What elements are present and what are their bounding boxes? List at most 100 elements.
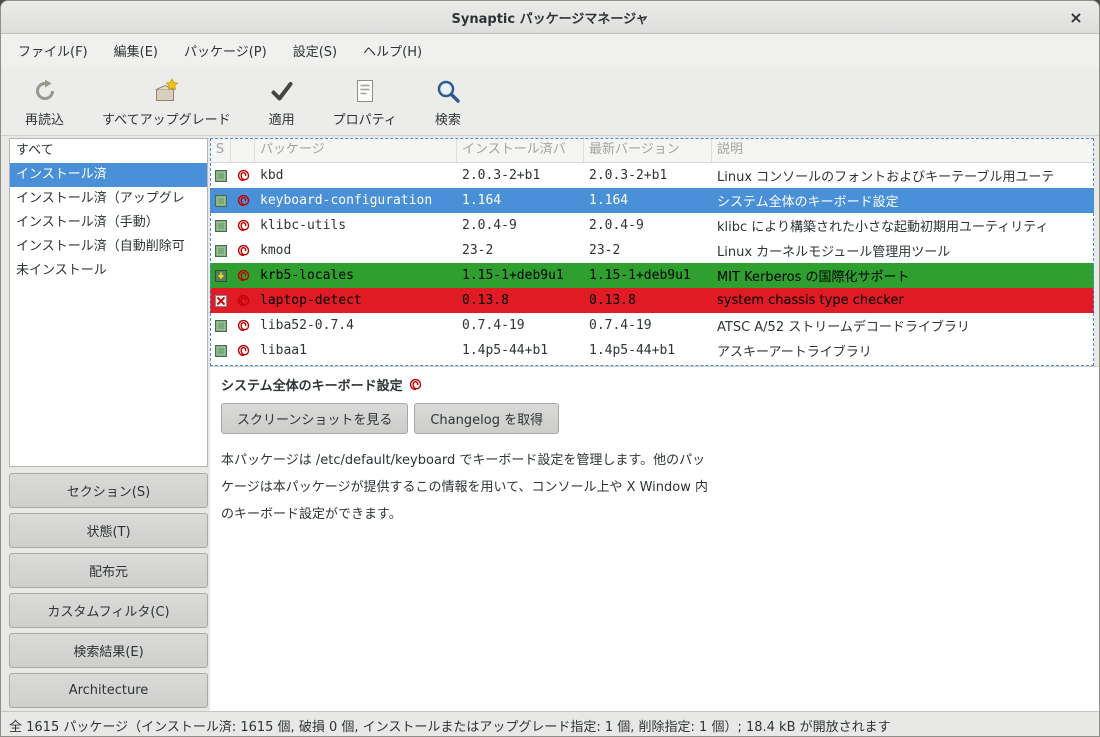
filter-all[interactable]: すべて <box>10 139 207 163</box>
description-line: ケージは本パッケージが提供するこの情報を用いて、コンソール上や X Window… <box>221 474 1100 501</box>
reload-icon <box>32 77 58 104</box>
table-row[interactable]: klibc-utils 2.0.4-9 2.0.4-9 klibc により構築さ… <box>210 213 1094 238</box>
table-row-selected[interactable]: keyboard-configuration 1.164 1.164 システム全… <box>210 188 1094 213</box>
status-installed-icon <box>210 169 231 183</box>
debian-swirl-icon <box>231 169 255 182</box>
installed-version: 2.0.4-9 <box>457 218 584 233</box>
menu-edit[interactable]: 編集(E) <box>101 34 171 67</box>
table-row[interactable]: liba52-0.7.4 0.7.4-19 0.7.4-19 ATSC A/52… <box>210 313 1094 338</box>
status-marked-upgrade-icon <box>210 269 231 283</box>
get-changelog-button[interactable]: Changelog を取得 <box>414 403 559 434</box>
header-installed-version[interactable]: インストール済バ <box>457 138 584 162</box>
filter-installed-manual[interactable]: インストール済（手動） <box>10 211 207 235</box>
package-description: Linux コンソールのフォントおよびキーテーブル用ユーテ <box>712 166 1094 185</box>
search-results-button[interactable]: 検索結果(E) <box>9 633 208 668</box>
package-name: laptop-detect <box>255 293 457 308</box>
table-row[interactable]: kbd 2.0.3-2+b1 2.0.3-2+b1 Linux コンソールのフォ… <box>210 163 1094 188</box>
table-row[interactable]: kmod 23-2 23-2 Linux カーネルモジュール管理用ツール <box>210 238 1094 263</box>
menu-file[interactable]: ファイル(F) <box>5 34 101 67</box>
filter-not-installed[interactable]: 未インストール <box>10 259 207 283</box>
header-latest-version[interactable]: 最新バージョン <box>584 138 712 162</box>
details-title: システム全体のキーボード設定 <box>221 375 403 394</box>
latest-version: 0.13.8 <box>584 293 712 308</box>
package-name: keyboard-configuration <box>255 193 457 208</box>
search-label: 検索 <box>435 109 461 128</box>
header-origin[interactable] <box>231 138 255 162</box>
debian-swirl-icon <box>409 378 422 391</box>
header-package[interactable]: パッケージ <box>255 138 457 162</box>
architecture-button[interactable]: Architecture <box>9 673 208 708</box>
installed-version: 23-2 <box>457 243 584 258</box>
table-header: S パッケージ インストール済バ 最新バージョン 説明 <box>210 138 1094 163</box>
menu-package[interactable]: パッケージ(P) <box>171 34 280 67</box>
apply-label: 適用 <box>269 109 295 128</box>
latest-version: 1.15-1+deb9u1 <box>584 268 712 283</box>
window-title: Synaptic パッケージマネージャ <box>452 8 649 27</box>
close-icon[interactable]: × <box>1066 7 1086 27</box>
debian-swirl-icon <box>231 269 255 282</box>
debian-swirl-icon <box>231 344 255 357</box>
package-description: klibc により構築された小さな起動初期用ユーティリティ <box>712 216 1094 235</box>
get-screenshot-button[interactable]: スクリーンショットを見る <box>221 403 408 434</box>
details-title-row: システム全体のキーボード設定 <box>221 375 1100 394</box>
debian-swirl-icon <box>231 219 255 232</box>
properties-button[interactable]: プロパティ <box>319 72 411 133</box>
debian-swirl-icon <box>231 194 255 207</box>
package-name: klibc-utils <box>255 218 457 233</box>
package-description: Linux カーネルモジュール管理用ツール <box>712 241 1094 260</box>
mark-all-upgrades-label: すべてアップグレード <box>102 109 231 128</box>
package-description: システム全体のキーボード設定 <box>712 191 1094 210</box>
properties-icon <box>352 77 378 104</box>
description-line: のキーボード設定ができます。 <box>221 501 1100 528</box>
reload-label: 再読込 <box>25 109 64 128</box>
latest-version: 1.4p5-44+b1 <box>584 343 712 358</box>
header-status[interactable]: S <box>210 138 231 162</box>
latest-version: 0.7.4-19 <box>584 318 712 333</box>
filter-installed-upgradable[interactable]: インストール済（アップグレ <box>10 187 207 211</box>
mark-all-upgrades-icon <box>153 77 179 104</box>
table-row[interactable]: libaa1 1.4p5-44+b1 1.4p5-44+b1 アスキーアートライ… <box>210 338 1094 363</box>
debian-swirl-icon <box>231 244 255 257</box>
menu-help[interactable]: ヘルプ(H) <box>350 34 435 67</box>
mark-all-upgrades-button[interactable]: すべてアップグレード <box>88 72 245 133</box>
properties-label: プロパティ <box>333 109 397 128</box>
details-description: 本パッケージは /etc/default/keyboard でキーボード設定を管… <box>221 447 1100 528</box>
table-row-marked-remove[interactable]: laptop-detect 0.13.8 0.13.8 system chass… <box>210 288 1094 313</box>
package-description: アスキーアートライブラリ <box>712 341 1094 360</box>
details-pane: システム全体のキーボード設定 スクリーンショットを見る Changelog を取… <box>210 366 1100 711</box>
header-description[interactable]: 説明 <box>712 138 1094 162</box>
menu-settings[interactable]: 設定(S) <box>280 34 350 67</box>
titlebar: Synaptic パッケージマネージャ × <box>1 1 1099 34</box>
apply-button[interactable]: 適用 <box>255 72 309 133</box>
package-description: ATSC A/52 ストリームデコードライブラリ <box>712 316 1094 335</box>
installed-version: 0.7.4-19 <box>457 318 584 333</box>
filter-installed-autoremovable[interactable]: インストール済（自動削除可 <box>10 235 207 259</box>
custom-filters-button[interactable]: カスタムフィルタ(C) <box>9 593 208 628</box>
table-row-marked-upgrade[interactable]: krb5-locales 1.15-1+deb9u1 1.15-1+deb9u1… <box>210 263 1094 288</box>
package-name: kbd <box>255 168 457 183</box>
search-button[interactable]: 検索 <box>421 72 475 133</box>
installed-version: 0.13.8 <box>457 293 584 308</box>
debian-swirl-icon <box>231 319 255 332</box>
installed-version: 1.4p5-44+b1 <box>457 343 584 358</box>
reload-button[interactable]: 再読込 <box>11 72 78 133</box>
status-installed-icon <box>210 319 231 333</box>
package-description: MIT Kerberos の国際化サポート <box>712 266 1094 285</box>
sections-button[interactable]: セクション(S) <box>9 473 208 508</box>
search-icon <box>435 77 461 104</box>
installed-version: 1.164 <box>457 193 584 208</box>
latest-version: 1.164 <box>584 193 712 208</box>
details-buttons: スクリーンショットを見る Changelog を取得 <box>221 403 1100 434</box>
origin-button[interactable]: 配布元 <box>9 553 208 588</box>
description-line: 本パッケージは /etc/default/keyboard でキーボード設定を管… <box>221 447 1100 474</box>
filter-list: すべて インストール済 インストール済（アップグレ インストール済（手動） イン… <box>9 138 208 467</box>
statusbar-text: 全 1615 パッケージ（インストール済: 1615 個, 破損 0 個, イン… <box>9 716 891 735</box>
status-installed-icon <box>210 194 231 208</box>
status-button[interactable]: 状態(T) <box>9 513 208 548</box>
apply-icon <box>269 77 295 104</box>
filter-installed[interactable]: インストール済 <box>10 163 207 187</box>
package-name: kmod <box>255 243 457 258</box>
toolbar: 再読込 すべてアップグレード 適用 <box>1 67 1099 136</box>
status-installed-icon <box>210 244 231 258</box>
status-installed-icon <box>210 344 231 358</box>
